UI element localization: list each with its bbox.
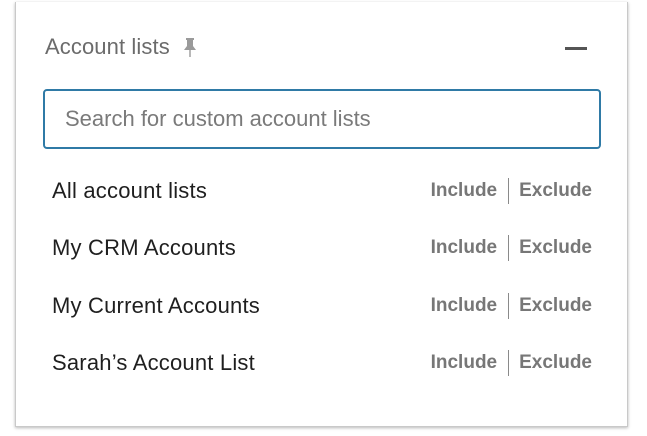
panel-header: Account lists — [45, 32, 197, 62]
list-item: All account lists Include Exclude — [52, 162, 592, 220]
include-link[interactable]: Include — [431, 180, 498, 202]
exclude-link[interactable]: Exclude — [519, 352, 592, 374]
divider — [508, 350, 510, 377]
divider — [508, 177, 510, 204]
list-item-label: All account lists — [52, 177, 208, 203]
divider — [508, 235, 510, 262]
search-input[interactable] — [43, 89, 601, 149]
account-list: All account lists Include Exclude My CRM… — [52, 162, 592, 392]
exclude-link[interactable]: Exclude — [519, 237, 592, 259]
list-item-actions: Include Exclude — [431, 220, 592, 278]
collapse-button[interactable] — [564, 36, 588, 60]
list-item: Sarah’s Account List Include Exclude — [52, 335, 592, 393]
exclude-link[interactable]: Exclude — [519, 295, 592, 317]
list-item-actions: Include Exclude — [431, 162, 592, 220]
divider — [508, 292, 510, 319]
list-item: My CRM Accounts Include Exclude — [52, 220, 592, 278]
panel-title: Account lists — [45, 34, 170, 59]
list-item: My Current Accounts Include Exclude — [52, 277, 592, 335]
pin-icon[interactable] — [183, 38, 197, 58]
list-item-actions: Include Exclude — [431, 335, 592, 393]
pin-icon-glyph — [183, 38, 196, 57]
exclude-link[interactable]: Exclude — [519, 180, 592, 202]
include-link[interactable]: Include — [431, 237, 498, 259]
list-item-label: Sarah’s Account List — [52, 350, 255, 376]
list-item-label: My Current Accounts — [52, 292, 260, 318]
minus-icon — [565, 46, 587, 50]
include-link[interactable]: Include — [431, 295, 498, 317]
include-link[interactable]: Include — [431, 352, 498, 374]
list-item-actions: Include Exclude — [431, 277, 592, 335]
list-item-label: My CRM Accounts — [52, 235, 236, 261]
account-lists-panel: Account lists All account lists Include … — [15, 2, 628, 427]
